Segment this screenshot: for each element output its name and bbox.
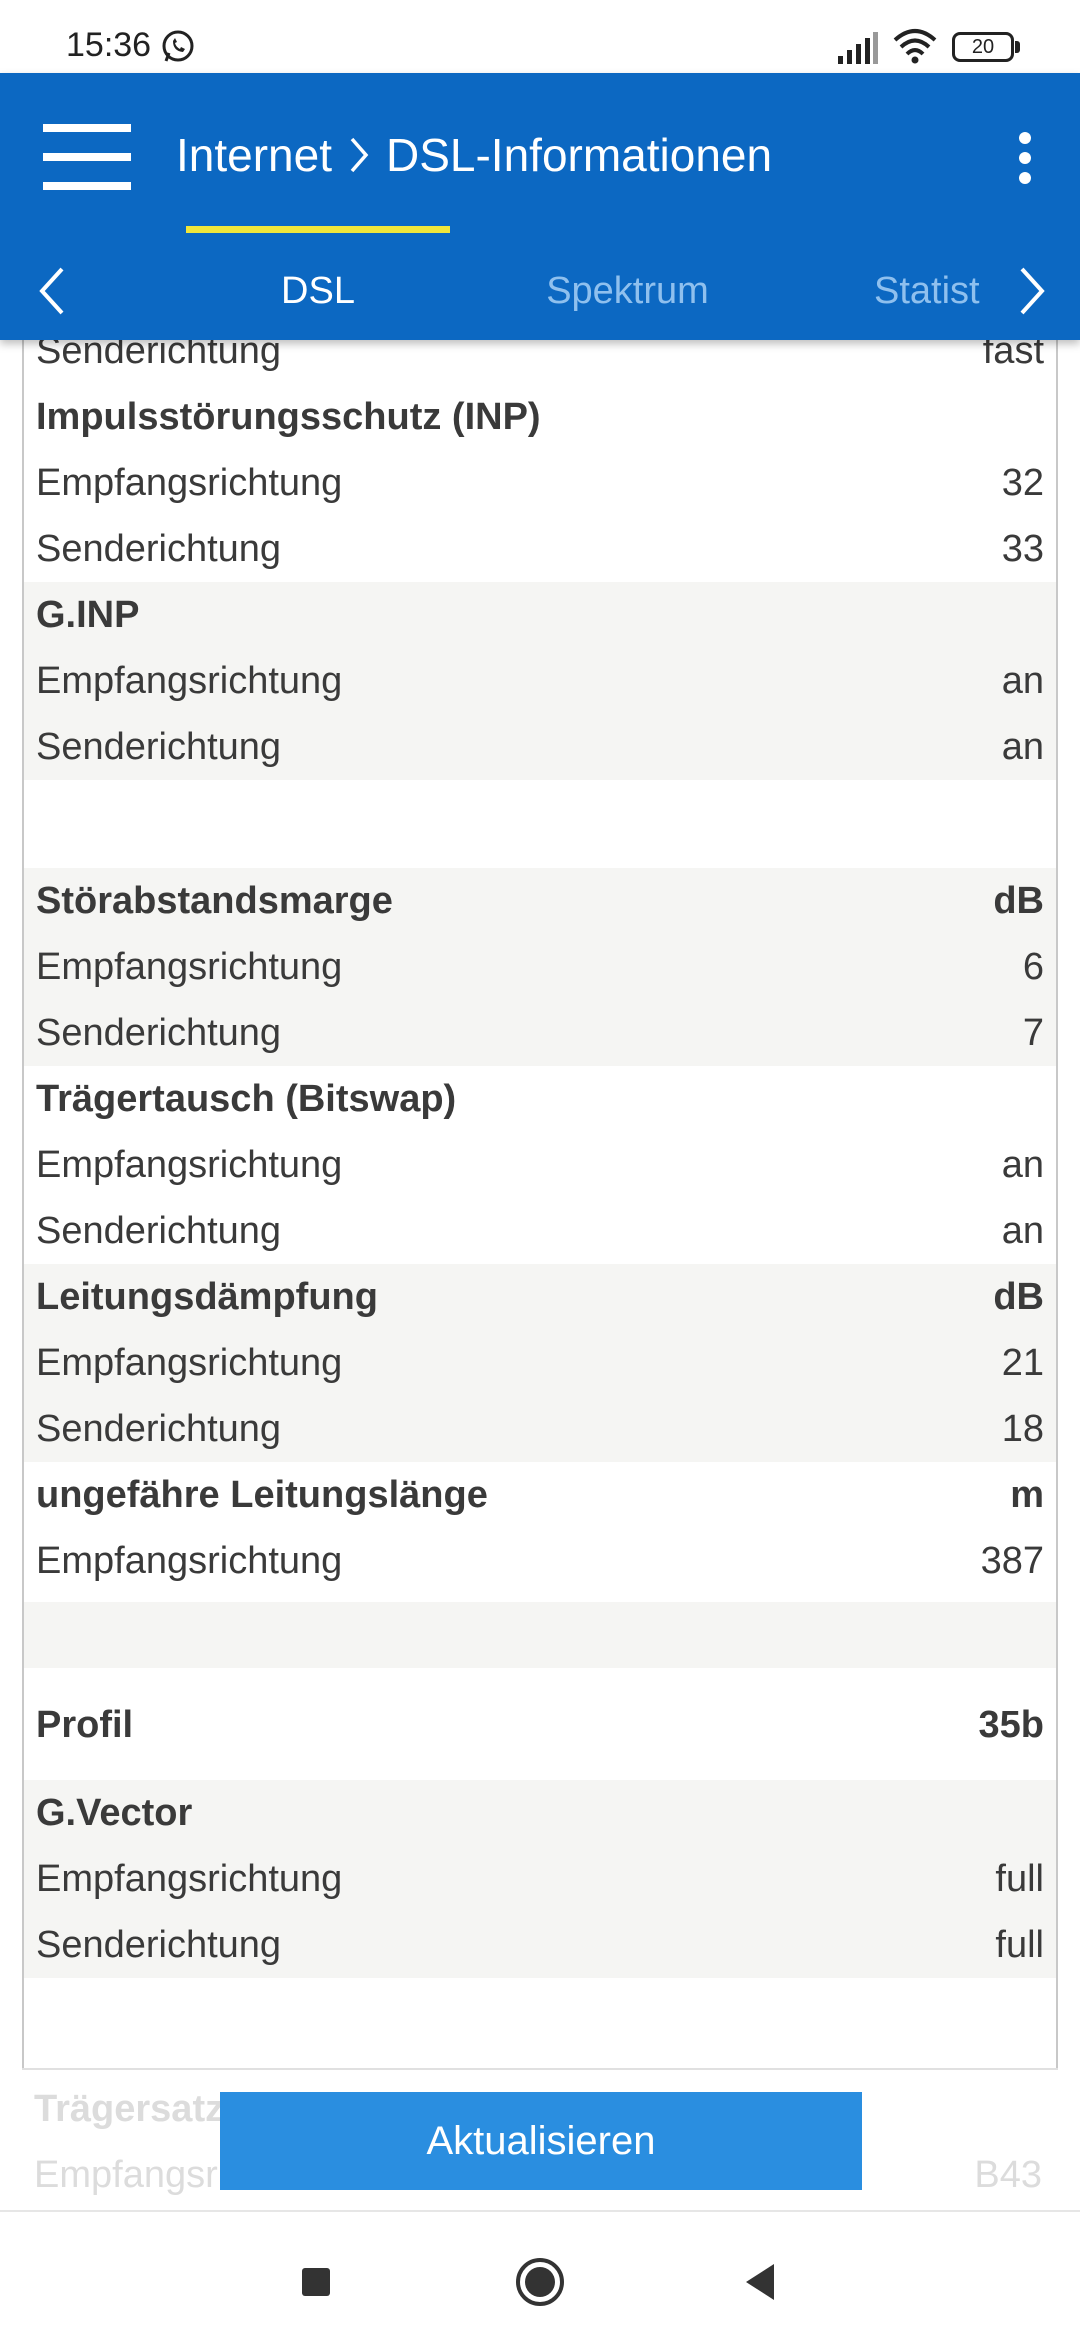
row-value: an	[1001, 1209, 1044, 1252]
row-value: B43	[974, 2153, 1042, 2196]
table-row: Störabstandsmarge dB	[24, 868, 1056, 934]
spacer	[24, 1602, 1056, 1668]
section-heading: Leitungsdämpfung	[36, 1275, 378, 1318]
row-label: Empfangsr	[34, 2153, 218, 2196]
row-unit: dB	[993, 879, 1044, 922]
chevron-left-icon[interactable]	[32, 263, 72, 319]
chevron-right-icon	[350, 137, 369, 173]
system-nav-bar	[0, 2210, 1080, 2340]
row-value: 6	[1022, 945, 1044, 988]
table-row: Senderichtung an	[24, 1198, 1056, 1264]
section-heading: Trägersatz	[34, 2087, 225, 2130]
section-heading: Trägertausch (Bitswap)	[36, 1077, 457, 1120]
row-value: 21	[1001, 1341, 1044, 1384]
row-value: an	[1001, 659, 1044, 702]
breadcrumb-parent[interactable]: Internet	[176, 128, 332, 182]
section-heading: Profil	[36, 1703, 134, 1746]
row-label: Empfangsrichtung	[36, 659, 343, 702]
row-label: Empfangsrichtung	[36, 1857, 343, 1900]
section-heading: Impulsstörungsschutz (INP)	[36, 395, 541, 438]
kebab-menu-icon[interactable]	[1005, 128, 1045, 188]
row-label: Senderichtung	[36, 340, 282, 372]
section-heading: Störabstandsmarge	[36, 879, 393, 922]
whatsapp-icon	[162, 30, 194, 62]
row-label: Empfangsrichtung	[36, 1143, 343, 1186]
row-label: Empfangsrichtung	[36, 1539, 343, 1582]
row-label: Senderichtung	[36, 1923, 282, 1966]
table-row: Senderichtung an	[24, 714, 1056, 780]
row-value: 387	[980, 1539, 1044, 1582]
row-label: Senderichtung	[36, 527, 282, 570]
breadcrumb-current: DSL-Informationen	[386, 129, 773, 181]
table-row: Impulsstörungsschutz (INP)	[24, 384, 1056, 450]
row-label: Empfangsrichtung	[36, 461, 343, 504]
battery-level: 20	[952, 32, 1014, 62]
row-value: 7	[1022, 1011, 1044, 1054]
table-row: Senderichtung 18	[24, 1396, 1056, 1462]
signal-icon	[838, 32, 878, 64]
row-value: an	[1001, 725, 1044, 768]
table-row: Empfangsrichtung an	[24, 648, 1056, 714]
row-value: fast	[982, 340, 1044, 372]
table-row: ungefähre Leitungslänge m	[24, 1462, 1056, 1528]
table-row: Empfangsrichtung 6	[24, 934, 1056, 1000]
app-bar: Internet DSL-Informationen DSL Spektrum …	[0, 73, 1080, 340]
table-row: Empfangsrichtung 21	[24, 1330, 1056, 1396]
recents-icon[interactable]	[288, 2254, 344, 2310]
table-row: Senderichtung 33	[24, 516, 1056, 582]
tab-statistik[interactable]: Statistik	[874, 243, 980, 340]
status-bar: 15:36 20	[0, 0, 1080, 73]
hamburger-menu-icon[interactable]	[43, 124, 133, 190]
row-unit: m	[1010, 1473, 1044, 1516]
active-tab-indicator	[186, 226, 450, 233]
back-icon[interactable]	[734, 2254, 790, 2310]
table-row: Empfangsrichtung 387	[24, 1528, 1056, 1594]
section-heading: ungefähre Leitungslänge	[36, 1473, 488, 1516]
section-heading: G.INP	[36, 593, 140, 636]
section-heading: G.Vector	[36, 1791, 193, 1834]
table-row: Profil 35b	[24, 1692, 1056, 1758]
row-unit: dB	[993, 1275, 1044, 1318]
row-value: 18	[1001, 1407, 1044, 1450]
tab-spektrum[interactable]: Spektrum	[505, 243, 750, 340]
tab-dsl[interactable]: DSL	[186, 243, 450, 340]
row-value: 33	[1001, 527, 1044, 570]
table-row: Empfangsrichtung full	[24, 1846, 1056, 1912]
row-label: Empfangsrichtung	[36, 945, 343, 988]
row-label: Senderichtung	[36, 1011, 282, 1054]
row-value: full	[995, 1923, 1044, 1966]
dsl-info-table: Senderichtung fast Impulsstörungsschutz …	[22, 340, 1058, 2068]
row-value: 35b	[978, 1703, 1044, 1746]
row-value: full	[995, 1857, 1044, 1900]
wifi-icon	[893, 29, 937, 64]
table-row: Senderichtung 7	[24, 1000, 1056, 1066]
battery-icon: 20	[952, 32, 1022, 62]
chevron-right-icon[interactable]	[1012, 263, 1052, 319]
table-row: G.Vector	[24, 1780, 1056, 1846]
table-row: Empfangsrichtung an	[24, 1132, 1056, 1198]
table-row: Leitungsdämpfung dB	[24, 1264, 1056, 1330]
row-label: Senderichtung	[36, 1407, 282, 1450]
row-label: Senderichtung	[36, 725, 282, 768]
table-row: Empfangsrichtung 32	[24, 450, 1056, 516]
table-row: G.INP	[24, 582, 1056, 648]
status-time: 15:36	[66, 26, 152, 64]
row-value: an	[1001, 1143, 1044, 1186]
tab-bar: DSL Spektrum Statistik	[0, 243, 1080, 340]
update-button[interactable]: Aktualisieren	[220, 2092, 862, 2190]
home-icon[interactable]	[512, 2254, 568, 2310]
breadcrumb: Internet DSL-Informationen	[176, 125, 772, 185]
table-row: Trägertausch (Bitswap)	[24, 1066, 1056, 1132]
row-value: 32	[1001, 461, 1044, 504]
row-label: Senderichtung	[36, 1209, 282, 1252]
row-label: Empfangsrichtung	[36, 1341, 343, 1384]
table-row: Senderichtung fast	[24, 340, 1056, 384]
table-row: Senderichtung full	[24, 1912, 1056, 1978]
